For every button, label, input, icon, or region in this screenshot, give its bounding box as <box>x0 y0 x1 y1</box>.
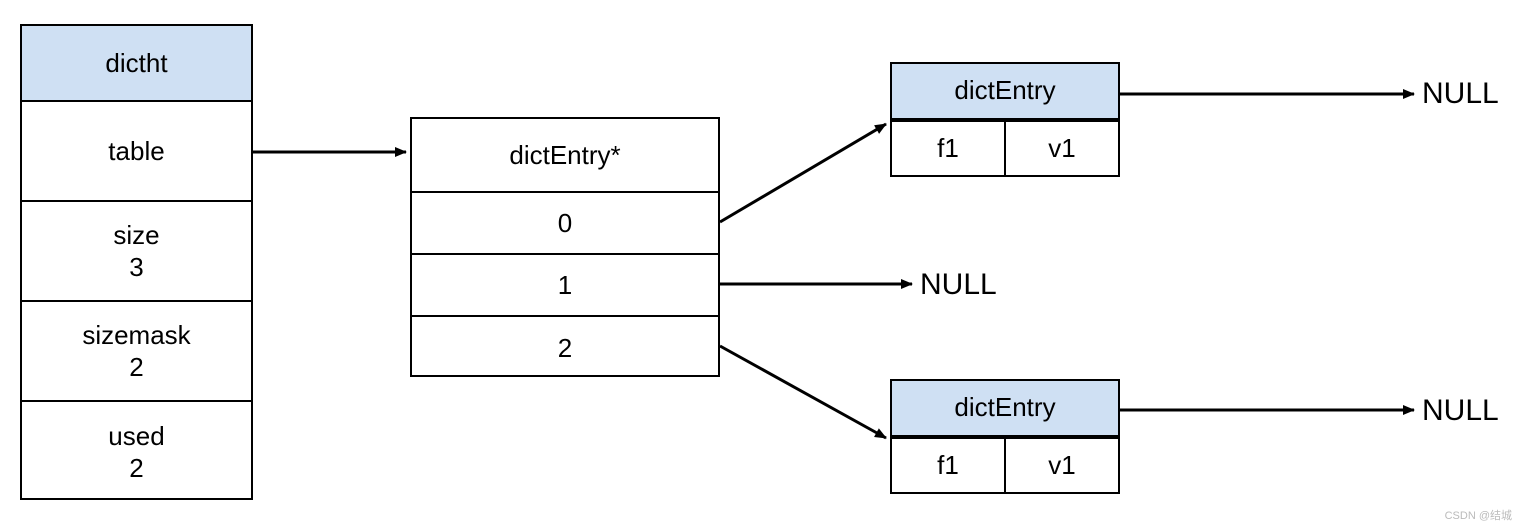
dictht-box: dictht table size 3 sizemask 2 used 2 <box>20 24 253 500</box>
entry-top-val: v1 <box>1048 133 1075 164</box>
dictht-row-size-value: 3 <box>129 251 143 284</box>
entry-top-kv-row: f1 v1 <box>892 120 1118 176</box>
null-mid: NULL <box>920 268 997 302</box>
dictht-row-table-label: table <box>108 136 164 167</box>
bucket-slot-2: 2 <box>412 317 718 379</box>
entry-top-key: f1 <box>937 133 959 164</box>
dictht-row-size: size 3 <box>22 202 251 302</box>
entry-bottom-key-cell: f1 <box>892 439 1006 493</box>
bucket-slot-0-label: 0 <box>558 208 572 239</box>
entry-bottom-val: v1 <box>1048 450 1075 481</box>
bucket-header: dictEntry* <box>412 119 718 193</box>
dictht-header: dictht <box>22 26 251 102</box>
entry-top-header: dictEntry <box>892 64 1118 120</box>
bucket-slot-0: 0 <box>412 193 718 255</box>
entry-top-key-cell: f1 <box>892 122 1006 176</box>
dictht-row-used: used 2 <box>22 402 251 502</box>
entry-bottom-val-cell: v1 <box>1006 439 1118 493</box>
bucket-title: dictEntry* <box>509 140 620 171</box>
entry-top-val-cell: v1 <box>1006 122 1118 176</box>
dictht-row-sizemask: sizemask 2 <box>22 302 251 402</box>
dictht-row-sizemask-label: sizemask <box>82 319 190 352</box>
dictht-row-table: table <box>22 102 251 202</box>
entry-bottom-title: dictEntry <box>954 392 1055 423</box>
dictht-title: dictht <box>105 48 167 79</box>
bucket-slot-1: 1 <box>412 255 718 317</box>
null-top: NULL <box>1422 77 1499 111</box>
bucket-box: dictEntry* 0 1 2 <box>410 117 720 377</box>
entry-top-title: dictEntry <box>954 75 1055 106</box>
entry-bottom-box: dictEntry f1 v1 <box>890 379 1120 494</box>
bucket-slot-1-label: 1 <box>558 270 572 301</box>
dictht-row-used-label: used <box>108 420 164 453</box>
entry-top-box: dictEntry f1 v1 <box>890 62 1120 177</box>
watermark: CSDN @结城 <box>1445 507 1512 523</box>
null-bottom: NULL <box>1422 394 1499 428</box>
entry-bottom-key: f1 <box>937 450 959 481</box>
entry-bottom-kv-row: f1 v1 <box>892 437 1118 493</box>
dictht-row-sizemask-value: 2 <box>129 351 143 384</box>
dictht-row-used-value: 2 <box>129 452 143 485</box>
bucket-slot-2-label: 2 <box>558 333 572 364</box>
dictht-row-size-label: size <box>113 219 159 252</box>
entry-bottom-header: dictEntry <box>892 381 1118 437</box>
